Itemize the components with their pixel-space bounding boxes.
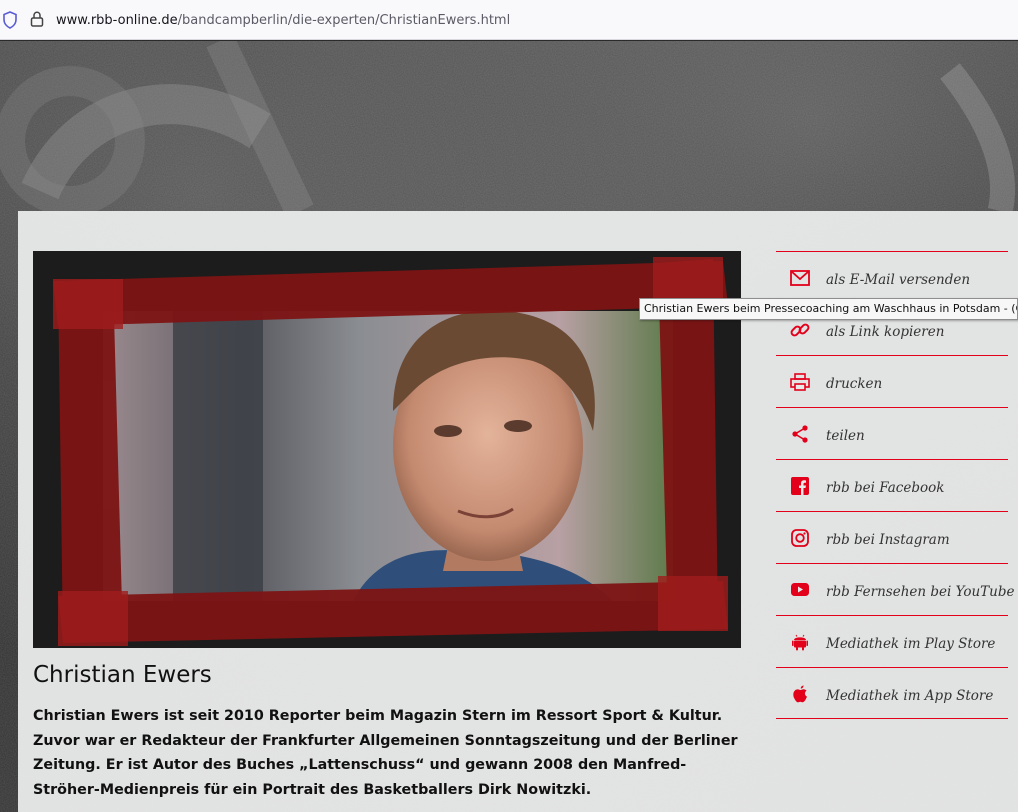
url-host: www.rbb-online.de [56, 13, 178, 28]
url-input[interactable]: www.rbb-online.de/bandcampberlin/die-exp… [56, 10, 996, 32]
share-item-label: rbb bei Instagram [826, 532, 950, 548]
share-item-label: Mediathek im Play Store [826, 636, 996, 652]
share-item-play-store[interactable]: Mediathek im Play Store [776, 615, 1008, 667]
browser-url-bar: www.rbb-online.de/bandcampberlin/die-exp… [0, 0, 1018, 40]
share-item-print[interactable]: drucken [776, 355, 1008, 407]
share-item-label: als E-Mail versenden [826, 272, 971, 288]
page-title: Christian Ewers [33, 662, 212, 688]
url-path: /bandcampberlin/die-experten/ChristianEw… [177, 13, 511, 28]
tracking-protection-shield-icon[interactable] [2, 11, 18, 29]
share-item-facebook[interactable]: rbb bei Facebook [776, 459, 1008, 511]
apple-icon [790, 684, 810, 704]
mail-icon [790, 268, 810, 288]
bio-text: Christian Ewers ist seit 2010 Reporter b… [33, 708, 738, 798]
share-item-label: drucken [826, 376, 883, 392]
link-icon [790, 320, 810, 340]
instagram-icon [790, 528, 810, 548]
share-icon [790, 424, 810, 444]
share-list: als E-Mail versenden als Link kopieren d… [776, 251, 1015, 719]
android-icon [790, 632, 810, 652]
share-item-app-store[interactable]: Mediathek im App Store [776, 667, 1008, 719]
youtube-icon [790, 580, 810, 600]
lock-icon[interactable] [30, 11, 44, 27]
share-item-label: rbb Fernsehen bei YouTube [826, 584, 1015, 600]
portrait-image[interactable] [33, 251, 741, 648]
share-item-label: rbb bei Facebook [826, 480, 945, 496]
share-item-youtube[interactable]: rbb Fernsehen bei YouTube [776, 563, 1015, 615]
image-tooltip: Christian Ewers beim Pressecoaching am W… [639, 298, 1018, 320]
share-item-label: Mediathek im App Store [826, 688, 994, 704]
share-item-instagram[interactable]: rbb bei Instagram [776, 511, 1008, 563]
share-item-label: teilen [826, 428, 865, 444]
printer-icon [790, 372, 810, 392]
share-item-share[interactable]: teilen [776, 407, 1008, 459]
share-item-email[interactable]: als E-Mail versenden [776, 251, 1008, 303]
share-item-label: als Link kopieren [826, 324, 945, 340]
facebook-icon [790, 476, 810, 496]
